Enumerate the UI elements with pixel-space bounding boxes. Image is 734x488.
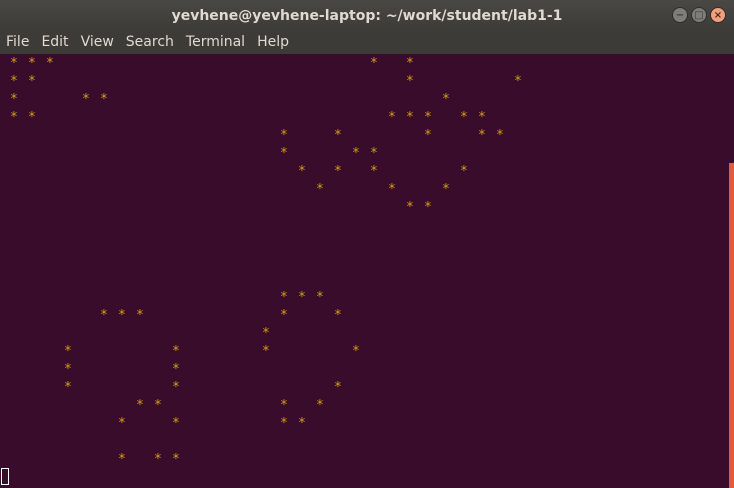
star-glyph: * [478,110,486,125]
menu-view[interactable]: View [75,31,120,54]
star-glyph: * [280,398,288,413]
star-glyph: * [460,110,468,125]
star-glyph: * [442,92,450,107]
menu-terminal[interactable]: Terminal [180,31,251,54]
star-glyph: * [118,416,126,431]
star-glyph: * [136,398,144,413]
star-glyph: * [82,92,90,107]
minimize-button[interactable]: − [672,7,688,23]
star-glyph: * [424,110,432,125]
terminal-area[interactable] [0,54,734,488]
star-glyph: * [298,416,306,431]
menu-bar: File Edit View Search Terminal Help [0,31,734,54]
star-glyph: * [28,110,36,125]
star-glyph: * [406,200,414,215]
star-glyph: * [28,56,36,71]
star-glyph: * [64,380,72,395]
star-glyph: * [10,92,18,107]
star-glyph: * [460,164,468,179]
star-glyph: * [172,344,180,359]
star-glyph: * [316,182,324,197]
menu-file[interactable]: File [0,31,35,54]
star-glyph: * [424,200,432,215]
star-glyph: * [172,416,180,431]
scrollbar[interactable] [729,163,734,488]
menu-edit[interactable]: Edit [35,31,74,54]
star-glyph: * [136,308,144,323]
star-glyph: * [370,146,378,161]
star-glyph: * [406,74,414,89]
star-glyph: * [352,146,360,161]
star-glyph: * [478,128,486,143]
window-titlebar[interactable]: yevhene@yevhene-laptop: ~/work/student/l… [0,0,734,31]
menu-help[interactable]: Help [251,31,295,54]
star-glyph: * [406,56,414,71]
maximize-button[interactable]: □ [691,7,707,23]
star-glyph: * [280,146,288,161]
star-glyph: * [334,380,342,395]
window-title: yevhene@yevhene-laptop: ~/work/student/l… [171,7,563,24]
star-glyph: * [496,128,504,143]
star-glyph: * [100,308,108,323]
star-glyph: * [280,308,288,323]
star-glyph: * [118,452,126,467]
star-glyph: * [46,56,54,71]
star-glyph: * [172,380,180,395]
star-glyph: * [10,56,18,71]
menu-search[interactable]: Search [120,31,180,54]
star-glyph: * [334,128,342,143]
star-glyph: * [154,452,162,467]
star-glyph: * [370,164,378,179]
star-glyph: * [298,290,306,305]
star-glyph: * [172,452,180,467]
star-glyph: * [406,110,414,125]
star-glyph: * [370,56,378,71]
star-glyph: * [280,128,288,143]
star-glyph: * [100,92,108,107]
star-glyph: * [262,344,270,359]
star-glyph: * [424,128,432,143]
star-glyph: * [280,290,288,305]
star-glyph: * [334,164,342,179]
star-glyph: * [10,110,18,125]
star-glyph: * [316,290,324,305]
star-glyph: * [442,182,450,197]
star-glyph: * [298,164,306,179]
star-glyph: * [280,416,288,431]
star-glyph: * [10,74,18,89]
star-glyph: * [514,74,522,89]
star-glyph: * [28,74,36,89]
star-glyph: * [262,326,270,341]
star-glyph: * [172,362,180,377]
star-glyph: * [154,398,162,413]
star-glyph: * [316,398,324,413]
star-glyph: * [64,362,72,377]
star-glyph: * [388,182,396,197]
window-controls: − □ × [672,7,726,23]
text-cursor [1,468,9,485]
star-glyph: * [64,344,72,359]
star-glyph: * [334,308,342,323]
star-glyph: * [118,308,126,323]
close-button[interactable]: × [710,7,726,23]
star-glyph: * [388,110,396,125]
star-glyph: * [352,344,360,359]
